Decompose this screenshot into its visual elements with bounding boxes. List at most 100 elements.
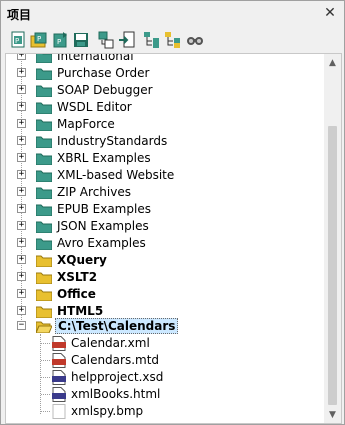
tree-folder-expanded[interactable]: − C:\Test\Calendars xyxy=(6,318,324,335)
expand-icon[interactable]: + xyxy=(17,306,26,315)
expand-icon[interactable]: + xyxy=(17,68,26,77)
scroll-up-icon[interactable]: ▲ xyxy=(324,54,341,71)
folder-icon xyxy=(35,152,53,166)
project-window: 项目 ✕ P P P + International + Purchase Or… xyxy=(0,0,345,425)
tree-folder-label: IndustryStandards xyxy=(57,134,168,148)
toolbar: P P P xyxy=(5,29,341,51)
folder-icon xyxy=(35,237,53,251)
add-active-file-icon[interactable] xyxy=(118,31,136,49)
tree-folder[interactable]: + IndustryStandards xyxy=(6,133,324,150)
tree-line xyxy=(41,394,50,395)
tree-folder-label: Purchase Order xyxy=(57,66,150,80)
tree-folder-label: International xyxy=(57,53,134,63)
tree-folder[interactable]: + Purchase Order xyxy=(6,65,324,82)
expand-icon[interactable]: + xyxy=(17,119,26,128)
expand-icon[interactable]: + xyxy=(17,221,26,230)
folder-icon xyxy=(35,220,53,234)
reload-project-icon[interactable]: P xyxy=(51,31,69,49)
expanded-folder-label: C:\Test\Calendars xyxy=(55,318,179,334)
tree-folder-label: HTML5 xyxy=(57,304,104,318)
scroll-down-icon[interactable]: ▼ xyxy=(324,406,341,423)
tree-folder-label: MapForce xyxy=(57,117,115,131)
add-files-icon[interactable] xyxy=(97,31,115,49)
expand-icon[interactable]: + xyxy=(17,170,26,179)
vertical-scrollbar[interactable]: ▲ ▼ xyxy=(324,54,341,423)
expand-icon[interactable]: + xyxy=(17,136,26,145)
tree-line xyxy=(41,343,50,344)
folder-icon xyxy=(35,288,53,302)
tree-folder[interactable]: + XQuery xyxy=(6,252,324,269)
tree-folder-label: ZIP Archives xyxy=(57,185,131,199)
tree-folder-label: Office xyxy=(57,287,96,301)
tree-folder[interactable]: + MapForce xyxy=(6,116,324,133)
save-project-icon[interactable] xyxy=(72,31,90,49)
expand-icon[interactable]: + xyxy=(17,255,26,264)
close-icon[interactable]: ✕ xyxy=(322,5,338,21)
tree-folder-label: Avro Examples xyxy=(57,236,146,250)
tree-folder[interactable]: + Avro Examples xyxy=(6,235,324,252)
tree-folder-label: XQuery xyxy=(57,253,107,267)
tree-file[interactable]: xmlBooks.html xyxy=(6,386,324,403)
folder-icon xyxy=(35,135,53,149)
xsd-file-icon xyxy=(52,370,66,385)
project-properties-icon[interactable] xyxy=(186,31,204,49)
tree-folder-label: JSON Examples xyxy=(57,219,149,233)
expand-icon[interactable]: + xyxy=(17,238,26,247)
add-folder-icon[interactable] xyxy=(143,31,161,49)
title-bar: 项目 ✕ xyxy=(1,1,344,25)
tree-folder[interactable]: + EPUB Examples xyxy=(6,201,324,218)
tree-file[interactable]: Calendars.mtd xyxy=(6,352,324,369)
tree-folder[interactable]: + ZIP Archives xyxy=(6,184,324,201)
tree-folder-label: EPUB Examples xyxy=(57,202,151,216)
tree-folder-label: XML-based Website xyxy=(57,168,175,182)
expand-icon[interactable]: + xyxy=(17,85,26,94)
tree-line xyxy=(41,360,50,361)
collapse-icon[interactable]: − xyxy=(17,321,26,330)
tree-folder-label: XSLT2 xyxy=(57,270,98,284)
svg-text:P: P xyxy=(37,35,41,43)
tree-line xyxy=(41,411,50,412)
svg-text:P: P xyxy=(57,38,61,46)
scroll-thumb[interactable] xyxy=(328,126,337,405)
tree-folder[interactable]: + XML-based Website xyxy=(6,167,324,184)
tree-folder[interactable]: + WSDL Editor xyxy=(6,99,324,116)
tree-line xyxy=(41,377,50,378)
folder-icon xyxy=(35,169,53,183)
html-file-icon xyxy=(52,387,66,402)
folder-icon xyxy=(35,101,53,115)
tree-folder-label: SOAP Debugger xyxy=(57,83,153,97)
expand-icon[interactable]: + xyxy=(17,153,26,162)
folder-icon xyxy=(35,305,53,319)
tree-folder[interactable]: + XBRL Examples xyxy=(6,150,324,167)
open-folder-icon xyxy=(35,320,53,334)
tree-file-label: xmlspy.bmp xyxy=(71,404,144,418)
folder-icon xyxy=(35,254,53,268)
folder-icon xyxy=(35,84,53,98)
tree-folder-international[interactable]: + International xyxy=(6,53,324,65)
tree-folder[interactable]: + JSON Examples xyxy=(6,218,324,235)
tree-folder-label: WSDL Editor xyxy=(57,100,132,114)
bmp-file-icon xyxy=(52,404,66,419)
open-project-icon[interactable]: P xyxy=(30,31,48,49)
tree-file[interactable]: xmlspy.bmp xyxy=(6,403,324,420)
tree-file[interactable]: helpproject.xsd xyxy=(6,369,324,386)
tree-folder[interactable]: + XSLT2 xyxy=(6,269,324,286)
expand-icon[interactable]: + xyxy=(17,102,26,111)
expand-icon[interactable]: + xyxy=(17,204,26,213)
folder-icon xyxy=(35,271,53,285)
add-external-folder-icon[interactable] xyxy=(164,31,182,49)
expand-icon[interactable]: + xyxy=(17,54,26,60)
new-project-icon[interactable]: P xyxy=(9,31,27,49)
window-title: 项目 xyxy=(7,8,32,22)
project-tree[interactable]: + International + Purchase Order + SOAP Deb… xyxy=(5,53,342,424)
tree-folder[interactable]: + Office xyxy=(6,286,324,303)
expand-icon[interactable]: + xyxy=(17,289,26,298)
folder-icon xyxy=(35,54,53,64)
expand-icon[interactable]: + xyxy=(17,187,26,196)
svg-text:P: P xyxy=(15,37,19,45)
tree-file[interactable]: Calendar.xml xyxy=(6,335,324,352)
expand-icon[interactable]: + xyxy=(17,272,26,281)
folder-icon xyxy=(35,186,53,200)
tree-file-label: Calendars.mtd xyxy=(71,353,160,367)
tree-folder[interactable]: + SOAP Debugger xyxy=(6,82,324,99)
